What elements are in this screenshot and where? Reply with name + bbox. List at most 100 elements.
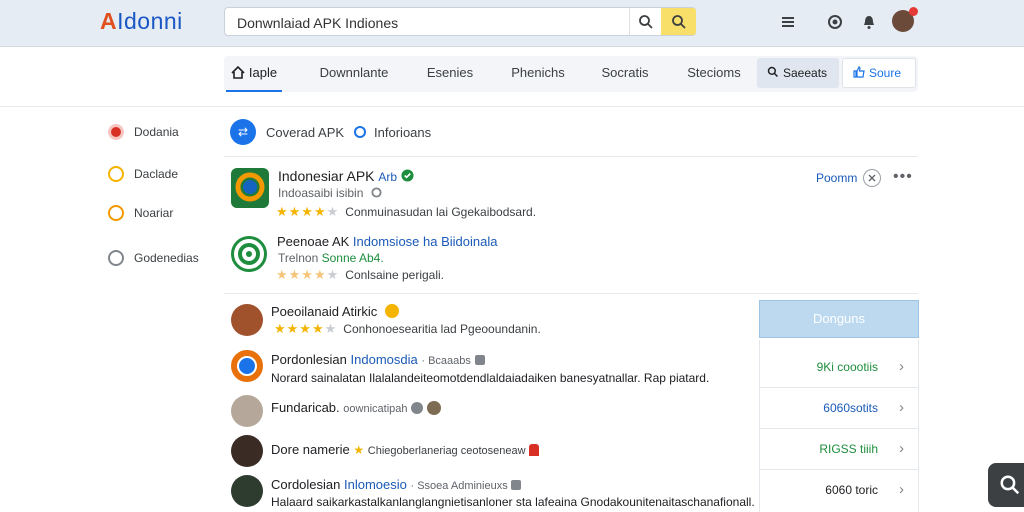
tab-series[interactable]: Esenies	[420, 56, 480, 92]
feed-body: Halaard saikarkastalkanlanglangnietisanl…	[271, 495, 755, 509]
app-subtitle-row: Trelnon Sonne Ab4.	[278, 251, 384, 265]
open-app-link[interactable]: Poomm	[816, 171, 857, 185]
sidebar-item-label: Dodania	[134, 125, 179, 139]
search-box	[224, 7, 696, 36]
search-submit-button[interactable]	[661, 8, 696, 35]
home-icon	[231, 65, 245, 79]
tab-socratis[interactable]: Socratis	[594, 56, 656, 92]
stats-list-item[interactable]: RIGSS tiiih ›	[760, 429, 918, 470]
tab-downloads[interactable]: Downnlante	[314, 56, 394, 92]
logo[interactable]: AIdonni	[100, 8, 183, 35]
search-tab-button[interactable]: Saeeats	[757, 58, 839, 88]
sidebar-item-dodania[interactable]: Dodania	[108, 122, 179, 142]
floating-search-button[interactable]	[988, 463, 1024, 507]
sidebar-item-label: Noariar	[134, 206, 174, 220]
share-icon	[853, 65, 865, 78]
app-subtitle: Trelnon	[278, 251, 319, 265]
feed-title: Pordonlesian	[271, 352, 347, 367]
sidebar-item-noariar[interactable]: Noariar	[108, 203, 173, 223]
user-avatar[interactable]	[892, 7, 918, 32]
camera-button[interactable]	[825, 12, 845, 32]
sidebar-item-label: Godenedias	[134, 251, 199, 265]
feed-title: Poeoilanaid Atirkic	[271, 304, 378, 319]
primary-action-button[interactable]: Donguns	[759, 300, 919, 338]
close-icon	[868, 174, 876, 182]
feed-title: Fundaricab.	[271, 400, 340, 415]
sidebar-item-daclade[interactable]: Daclade	[108, 164, 178, 184]
filter-label-secondary[interactable]: Inforioans	[374, 125, 431, 140]
swap-button[interactable]: ⇄	[230, 119, 256, 145]
notification-badge	[909, 7, 918, 16]
avatar[interactable]	[231, 304, 263, 336]
tab-phenichs[interactable]: Phenichs	[506, 56, 570, 92]
notifications-button[interactable]	[859, 12, 879, 32]
stats-list-item[interactable]: 9Ki coootiis ›	[760, 347, 918, 388]
sidebar-item-label: Daclade	[134, 167, 179, 181]
rating-row: ★★★★★ Conhonoesearitia lad Pgeooundanin.	[274, 320, 541, 338]
app-subtitle-highlight: Sonne Ab4.	[321, 251, 384, 265]
filter-label[interactable]: Coverad APK	[266, 125, 344, 140]
app-logo-icon	[238, 243, 260, 265]
feed-title-row[interactable]: Cordolesian Inlomoesio · Ssoea Adminieux…	[271, 477, 522, 492]
star-icon: ★	[353, 443, 365, 457]
feed-meta: oownicatipah	[343, 403, 408, 415]
settings-icon	[371, 187, 382, 198]
app-badge-text: Arb	[378, 170, 398, 184]
avatar[interactable]	[231, 475, 263, 507]
menu-icon	[782, 17, 794, 27]
logo-text: Idonni	[117, 8, 183, 34]
share-button[interactable]: Soure	[842, 58, 916, 88]
search-icon	[639, 14, 653, 29]
more-icon[interactable]: •••	[893, 168, 913, 186]
app-icon[interactable]	[231, 168, 269, 208]
tab-stecioms[interactable]: Stecioms	[682, 56, 746, 92]
star-rating: ★★★★★	[274, 321, 338, 336]
feed-title-row[interactable]: Dore namerie ★ Chiegoberlaneriag ceotose…	[271, 442, 540, 457]
app-title-highlight: Indomsiose ha Biidoinala	[352, 234, 498, 249]
app-title: Indonesiar APK	[278, 168, 375, 184]
bell-icon	[529, 444, 540, 456]
stats-list-item[interactable]: 6060 toric ›	[760, 470, 918, 510]
feed-title: Dore namerie	[271, 442, 350, 457]
feed-title-row[interactable]: Fundaricab. oownicatipah	[271, 400, 441, 415]
app-subtitle-row: Indoasaibi isibin	[278, 186, 382, 200]
feed-title-row[interactable]: Pordonlesian Indomosdia · Bcaaabs	[271, 352, 485, 367]
stat-value: RIGSS tiiih	[819, 442, 878, 456]
chevron-right-icon: ›	[899, 440, 904, 457]
search-button[interactable]	[629, 8, 662, 35]
sidebar-item-godenedias[interactable]: Godenedias	[108, 248, 199, 268]
feed-body: Norard sainalatan Ilalalandeiteomotdendl…	[271, 371, 710, 385]
record-icon	[108, 124, 124, 140]
logo-mark: A	[100, 8, 118, 34]
clock-icon	[108, 166, 124, 182]
rating-row: ★★★★★ Conmuinasudan lai Ggekaibodsard.	[276, 203, 536, 221]
app-title-row[interactable]: Peenoae AK Indomsiose ha Biidoinala	[277, 234, 497, 249]
divider	[224, 156, 918, 157]
avatar[interactable]	[231, 435, 263, 467]
info-icon	[108, 205, 124, 221]
app-icon[interactable]	[231, 236, 267, 272]
share-label: Soure	[869, 66, 902, 80]
dismiss-button[interactable]	[863, 169, 881, 187]
search-icon	[767, 66, 779, 78]
loading-icon	[354, 126, 367, 138]
chevron-right-icon: ›	[899, 399, 904, 416]
avatar[interactable]	[231, 350, 263, 382]
chevron-right-icon: ›	[899, 481, 904, 498]
info-icon	[411, 402, 424, 414]
stat-value: 6060 toric	[825, 483, 878, 497]
feed-title: Cordolesian	[271, 477, 341, 492]
settings-icon	[108, 250, 124, 266]
tab-home[interactable]: Iaple	[226, 56, 282, 92]
avatar[interactable]	[231, 395, 263, 427]
search-tab-label: Saeeats	[783, 66, 828, 80]
feed-title-row[interactable]: Poeoilanaid Atirkic	[271, 304, 399, 319]
search-icon	[1000, 475, 1020, 495]
app-title-row[interactable]: Indonesiar APK Arb	[278, 168, 414, 184]
search-input[interactable]	[235, 12, 629, 34]
stats-list-item[interactable]: 6060sotits ›	[760, 388, 918, 429]
avatar	[426, 401, 441, 415]
feed-title-highlight: Inlomoesio	[344, 477, 407, 492]
menu-button[interactable]	[778, 12, 798, 32]
tag-icon	[474, 355, 485, 365]
